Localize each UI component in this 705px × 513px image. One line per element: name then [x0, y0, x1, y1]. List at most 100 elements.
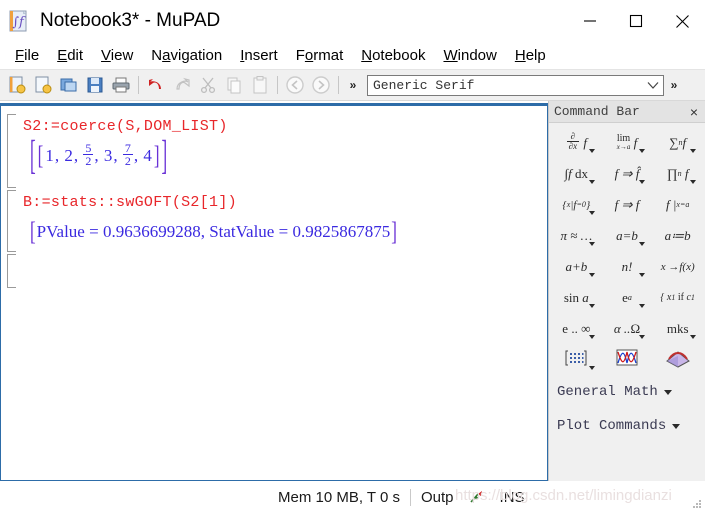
- undo-icon[interactable]: [143, 72, 169, 98]
- chevron-down-icon[interactable]: [639, 180, 646, 184]
- chevron-down-icon[interactable]: [588, 211, 595, 215]
- chevron-down-icon[interactable]: [663, 389, 672, 395]
- status-memory: Mem 10 MB, T 0 s: [278, 488, 400, 506]
- status-output-field: Outp: [421, 488, 454, 506]
- chevron-down-icon[interactable]: [672, 423, 681, 429]
- close-button[interactable]: [659, 0, 705, 42]
- matrix-button[interactable]: [551, 344, 602, 375]
- chevron-down-icon[interactable]: [588, 304, 595, 308]
- chevron-down-icon[interactable]: [588, 242, 595, 246]
- integral-button[interactable]: ∫ f dx: [551, 158, 602, 189]
- body-area: S2:=coerce(S,DOM_LIST) [ [ 1, 2, 5 2 , 3…: [0, 101, 705, 481]
- limit-button[interactable]: lim x→a f: [602, 127, 653, 158]
- evaluate-at-button[interactable]: f | x=a: [652, 189, 703, 220]
- output-open-bracket: [: [30, 133, 36, 179]
- plot-2d-button[interactable]: [602, 344, 653, 375]
- resize-grip[interactable]: [691, 498, 703, 510]
- function-button[interactable]: x → f (x): [652, 251, 703, 282]
- constants-glyph: e .. ∞: [562, 320, 591, 336]
- menu-item-insert[interactable]: Insert: [231, 45, 287, 66]
- fraction-numerator: 7: [124, 140, 131, 155]
- menu-item-view[interactable]: View: [92, 45, 142, 66]
- notebook-cell[interactable]: B:=stats::swGOFT(S2[1]) [ PValue = 0.963…: [1, 190, 547, 252]
- output-region: [ [ 1, 2, 5 2 , 3, 7 2 , 4]]: [30, 133, 168, 179]
- input-region[interactable]: B:=stats::swGOFT(S2[1]): [23, 190, 547, 216]
- menu-item-notebook[interactable]: Notebook: [352, 45, 434, 66]
- save-icon[interactable]: [82, 72, 108, 98]
- output-inner-open-bracket: [: [37, 141, 44, 171]
- greek-glyph: α .. Ω: [613, 320, 641, 336]
- open-icon[interactable]: [56, 72, 82, 98]
- chevron-down-icon[interactable]: [639, 242, 646, 246]
- fraction-numerator: 5: [85, 140, 92, 155]
- factorial-button[interactable]: n !: [602, 251, 653, 282]
- copy-icon: [221, 72, 247, 98]
- new-notebook-icon[interactable]: [4, 72, 30, 98]
- menu-item-file[interactable]: File: [6, 45, 48, 66]
- new-page-icon[interactable]: [30, 72, 56, 98]
- chevron-down-icon[interactable]: [639, 304, 646, 308]
- minimize-button[interactable]: [567, 0, 613, 42]
- sum-button[interactable]: ∑ n f: [652, 127, 703, 158]
- title-bar: ∫f Notebook3* - MuPAD: [0, 0, 705, 42]
- chevron-down-icon[interactable]: [690, 149, 696, 153]
- notebook-cell[interactable]: S2:=coerce(S,DOM_LIST) [ [ 1, 2, 5 2 , 3…: [1, 114, 547, 188]
- solve-button[interactable]: {x | f =0}: [551, 189, 602, 220]
- toolbar-separator: [338, 76, 339, 94]
- transform-glyph: f ⇒ f̂: [614, 165, 640, 181]
- chevron-down-icon[interactable]: [639, 149, 646, 153]
- font-select[interactable]: Generic Serif: [367, 74, 664, 96]
- derivative-button[interactable]: ∂ ∂x f: [551, 127, 602, 158]
- mupad-kernel-icon: [464, 489, 490, 505]
- exponential-button[interactable]: ea: [602, 282, 653, 313]
- transform-button[interactable]: f ⇒ f̂: [602, 158, 653, 189]
- factorial-glyph: n !: [621, 258, 633, 274]
- font-select-value: Generic Serif: [373, 77, 475, 93]
- equation-button[interactable]: a = b: [602, 220, 653, 251]
- print-icon[interactable]: [108, 72, 134, 98]
- toolbar-separator: [277, 76, 278, 94]
- simplify-button[interactable]: f ⇒ f: [602, 189, 653, 220]
- chevron-down-icon[interactable]: [588, 366, 595, 370]
- plot-commands-dropdown[interactable]: Plot Commands: [549, 409, 705, 443]
- menu-item-window[interactable]: Window: [434, 45, 505, 66]
- general-math-dropdown[interactable]: General Math: [549, 375, 705, 409]
- plot-3d-button[interactable]: [652, 344, 703, 375]
- numeric-glyph: π ≈ …: [560, 227, 593, 243]
- chevron-down-icon[interactable]: [639, 273, 646, 277]
- cell-content: S2:=coerce(S,DOM_LIST) [ [ 1, 2, 5 2 , 3…: [9, 114, 547, 179]
- numeric-button[interactable]: π ≈ …: [551, 220, 602, 251]
- units-button[interactable]: mks: [652, 313, 703, 344]
- chevron-down-icon[interactable]: [588, 273, 595, 277]
- arithmetic-button[interactable]: a + b: [551, 251, 602, 282]
- equation-glyph: a = b: [616, 227, 638, 243]
- notebook-cell-empty[interactable]: [1, 254, 547, 288]
- input-region[interactable]: S2:=coerce(S,DOM_LIST): [23, 114, 547, 140]
- menu-item-format[interactable]: Format: [287, 45, 353, 66]
- maximize-button[interactable]: [613, 0, 659, 42]
- chevron-down-icon[interactable]: [690, 180, 696, 184]
- chevron-down-icon[interactable]: [588, 335, 595, 339]
- toolbar: » Generic Serif »: [0, 69, 705, 101]
- product-button[interactable]: ∏ n f: [652, 158, 703, 189]
- input-region[interactable]: [23, 254, 547, 292]
- constants-button[interactable]: e .. ∞: [551, 313, 602, 344]
- menu-item-help[interactable]: Help: [506, 45, 555, 66]
- trig-button[interactable]: sin a: [551, 282, 602, 313]
- toolbar-overflow-button[interactable]: »: [343, 72, 363, 98]
- notebook-document[interactable]: S2:=coerce(S,DOM_LIST) [ [ 1, 2, 5 2 , 3…: [0, 103, 548, 481]
- chevron-down-icon[interactable]: [639, 335, 646, 339]
- piecewise-button[interactable]: { x1 if c1: [652, 282, 703, 313]
- font-toolbar-overflow-button[interactable]: »: [664, 72, 684, 98]
- chevron-down-icon[interactable]: [588, 180, 595, 184]
- notebook-pane: S2:=coerce(S,DOM_LIST) [ [ 1, 2, 5 2 , 3…: [0, 101, 548, 481]
- assign-button[interactable]: a ≔ b: [652, 220, 703, 251]
- output-value: 3: [103, 146, 113, 166]
- chevron-down-icon[interactable]: [643, 81, 663, 90]
- chevron-down-icon[interactable]: [690, 335, 696, 339]
- menu-item-edit[interactable]: Edit: [48, 45, 92, 66]
- chevron-down-icon[interactable]: [588, 149, 595, 153]
- greek-button[interactable]: α .. Ω: [602, 313, 653, 344]
- close-icon[interactable]: ×: [683, 104, 705, 120]
- menu-item-navigation[interactable]: Navigation: [142, 45, 231, 66]
